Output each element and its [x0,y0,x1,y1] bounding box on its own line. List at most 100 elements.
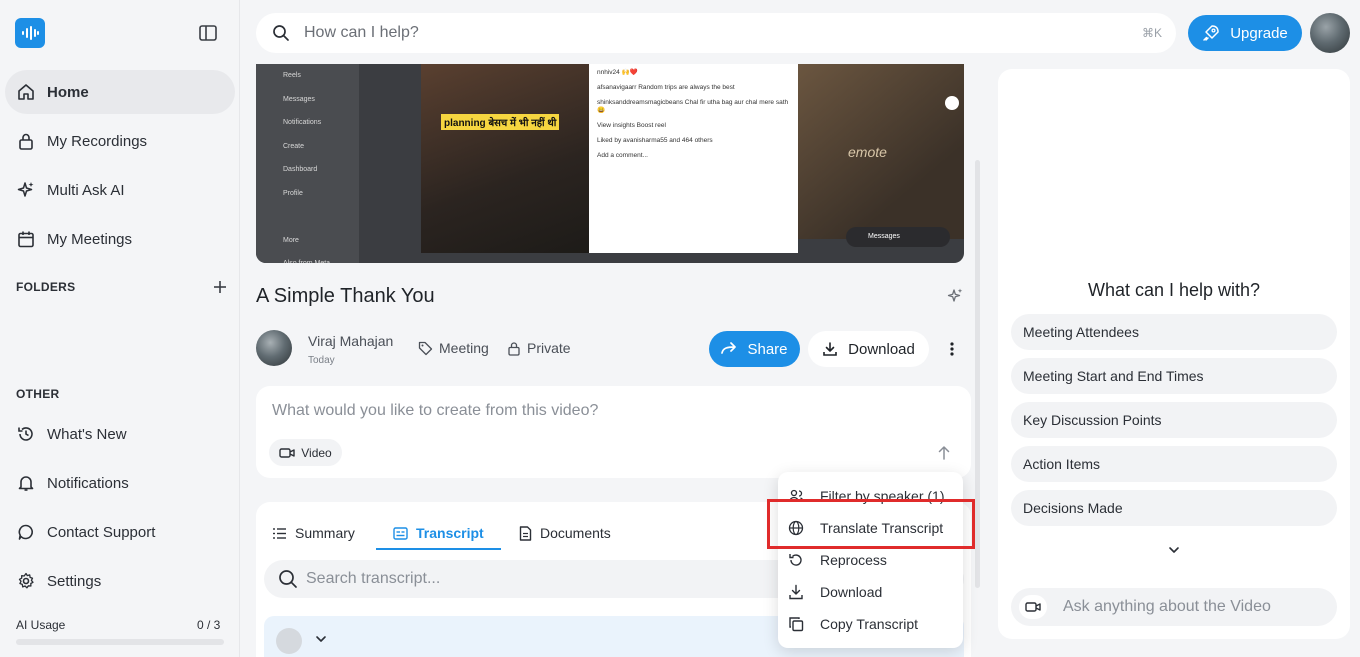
menu-copy-transcript[interactable]: Copy Transcript [778,608,963,640]
copy-icon [789,617,804,632]
global-search[interactable]: ⌘K [256,13,1176,53]
nav-multi-ask-ai[interactable]: Multi Ask AI [5,168,235,212]
global-search-input[interactable] [304,24,1084,42]
recording-title[interactable]: A Simple Thank You [256,285,435,308]
search-shortcut: ⌘K [1141,26,1162,40]
search-icon [273,25,289,41]
speaker-avatar-icon [276,628,302,654]
owner-name: Viraj Mahajan [308,333,394,349]
chevron-down-icon[interactable] [1167,543,1181,557]
privacy-tag[interactable]: Private [507,340,571,356]
sparkle-icon [17,182,34,197]
video-chip-label: Video [301,445,332,460]
more-vertical-icon [950,342,954,356]
send-prompt-button[interactable] [933,442,955,464]
nav-home-label: Home [47,83,89,101]
share-label: Share [747,340,788,358]
refresh-icon [789,554,802,566]
lock-icon [19,133,33,150]
menu-reprocess-label: Reprocess [820,552,887,568]
video-camera-icon [279,447,295,458]
thumbnail-right-text: emote [848,144,887,160]
video-source-chip[interactable]: Video [269,439,342,466]
nav-whats-new-label: What's New [47,425,127,443]
thumbnail-messages-pill: Messages [846,227,950,247]
upgrade-button[interactable]: Upgrade [1188,15,1302,51]
owner-avatar [256,330,292,366]
ai-usage-count: 0 / 3 [197,618,221,632]
sidebar-toggle-icon[interactable] [199,25,217,41]
thumb-menu-item: Profile [283,189,303,197]
suggestion-chip[interactable]: Meeting Start and End Times [1011,358,1337,394]
nav-settings[interactable]: Settings [5,559,235,603]
nav-contact-support[interactable]: Contact Support [5,510,235,554]
assistant-panel: What can I help with? Meeting Attendees … [998,69,1350,639]
menu-download[interactable]: Download [778,576,963,608]
lock-icon [508,341,520,356]
thumb-menu-item: Messages [283,95,315,103]
thumb-menu-item: Also from Meta [283,252,359,263]
more-options-button[interactable] [938,335,966,363]
ai-sparkle-icon[interactable] [946,287,964,305]
highlight-annotation [767,499,975,549]
list-icon [273,527,286,539]
nav-contact-support-label: Contact Support [47,523,156,541]
tag-icon [418,341,433,355]
main-scrollbar[interactable] [975,160,980,588]
thumbnail-comments: nnhiv24 🙌❤️ afsanavigaarr Random trips a… [589,64,798,253]
add-folder-icon[interactable] [212,279,228,295]
nav-notifications[interactable]: Notifications [5,461,235,505]
chat-icon [18,524,33,540]
tab-transcript[interactable]: Transcript [393,516,484,550]
nav-my-recordings[interactable]: My Recordings [5,119,235,163]
download-icon [823,342,837,356]
nav-home[interactable]: Home [5,70,235,114]
upgrade-label: Upgrade [1230,24,1288,42]
meeting-tag[interactable]: Meeting [418,340,489,356]
nav-my-recordings-label: My Recordings [47,132,148,150]
tab-transcript-label: Transcript [416,525,484,541]
nav-settings-label: Settings [47,572,102,590]
app-logo[interactable] [15,18,45,48]
create-prompt-input[interactable] [272,402,912,430]
share-button[interactable]: Share [709,331,800,367]
tab-documents[interactable]: Documents [519,516,611,550]
ai-usage-label: AI Usage [16,618,66,632]
folders-heading: FOLDERS [16,280,76,294]
share-arrow-icon [721,342,737,354]
nav-my-meetings[interactable]: My Meetings [5,217,235,261]
thumb-comment: shinksanddreamsmagicbeans Chal fir utha … [597,99,789,114]
suggestion-chip[interactable]: Decisions Made [1011,490,1337,526]
document-icon [519,525,532,541]
nav-whats-new[interactable]: What's New [5,412,235,456]
suggestion-chip[interactable]: Meeting Attendees [1011,314,1337,350]
chevron-down-icon[interactable] [314,632,328,646]
video-camera-icon[interactable] [1019,595,1047,619]
menu-copy-transcript-label: Copy Transcript [820,616,919,632]
history-icon [18,427,33,441]
suggestion-chip[interactable]: Key Discussion Points [1011,402,1337,438]
user-avatar[interactable] [1310,13,1350,53]
bell-icon [18,476,34,491]
ask-video-input[interactable] [1063,598,1323,616]
calendar-icon [18,231,34,248]
privacy-tag-label: Private [527,340,571,356]
thumb-menu-item [283,205,359,229]
thumbnail-right-frame: emote [798,64,964,239]
ask-video-box[interactable] [1011,588,1337,626]
assistant-title: What can I help with? [1087,280,1261,300]
tab-summary[interactable]: Summary [272,516,355,550]
search-icon [279,570,297,588]
recording-date: Today [308,355,335,366]
gear-icon [18,572,34,589]
download-button[interactable]: Download [808,331,929,367]
other-heading: OTHER [16,387,60,401]
suggestion-chip[interactable]: Action Items [1011,446,1337,482]
thumb-menu-item: Dashboard [283,166,318,173]
thumbnail-caption: planning बेसच में भी नहीं थी [441,114,560,130]
thumb-comment: Add a comment... [597,152,648,159]
download-icon [789,584,803,600]
thumb-comment: nnhiv24 🙌❤️ [597,69,638,76]
thumb-menu-item: Reels [283,72,301,79]
video-thumbnail[interactable]: Reels Messages Notifications Create Dash… [256,64,964,263]
